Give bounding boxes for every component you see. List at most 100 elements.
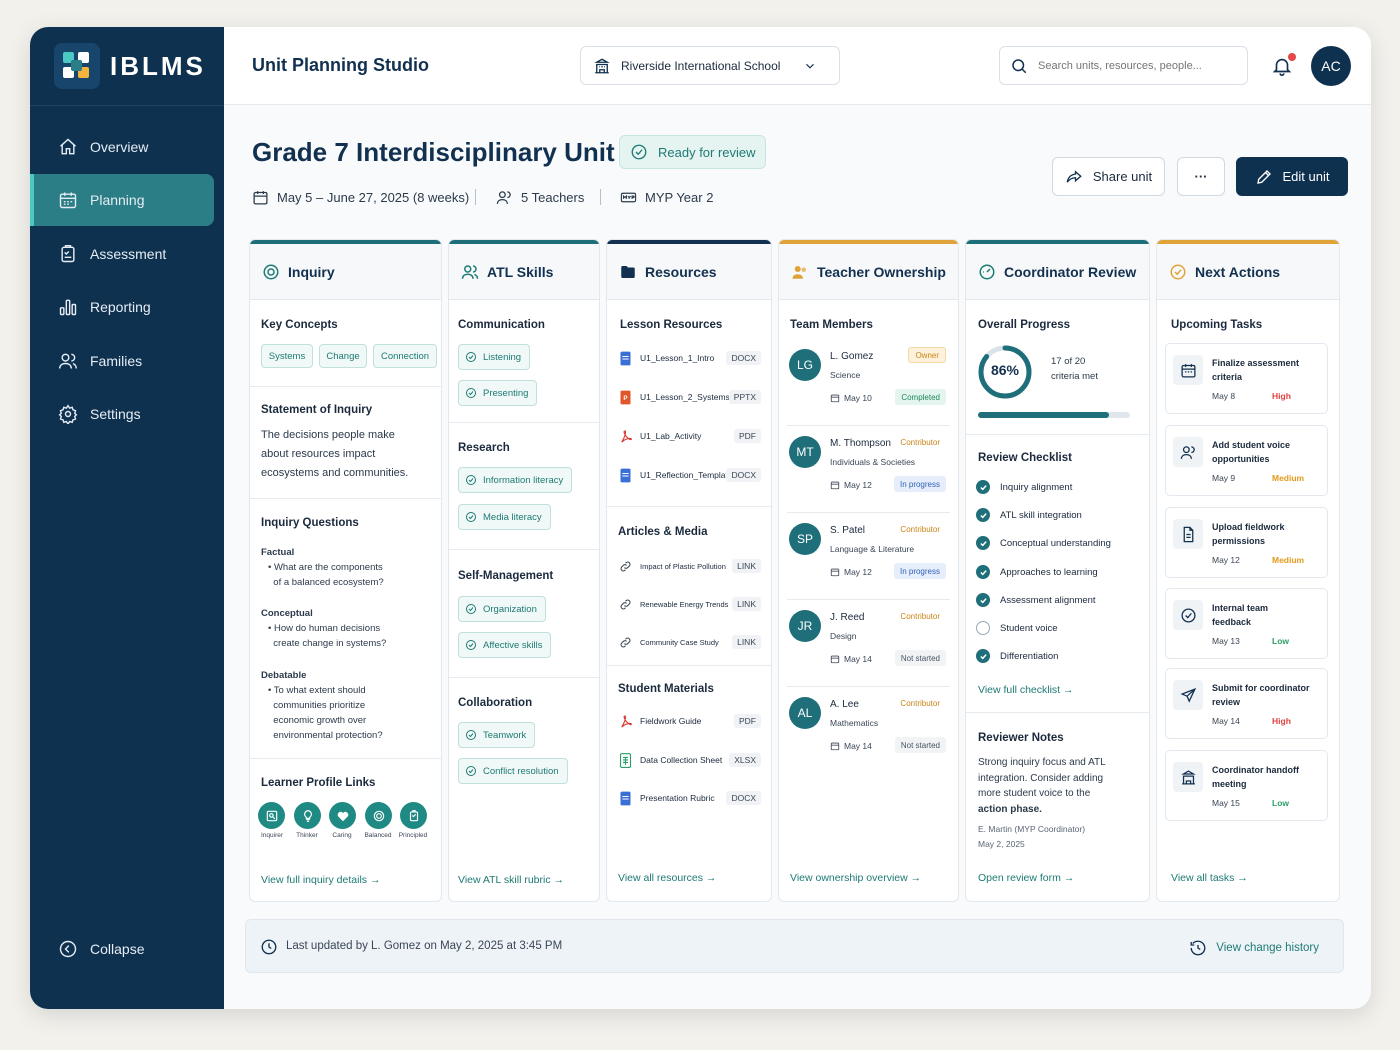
learner-profile-label: Thinker [296, 832, 318, 839]
team-member[interactable]: MT M. Thompson Individuals & Societies C… [785, 430, 952, 514]
search-box[interactable] [999, 46, 1248, 85]
resource-item[interactable]: Impact of Plastic Pollution LINK [613, 551, 765, 581]
checklist-item[interactable]: Inquiry alignment [976, 477, 1072, 497]
atl-skill-chip: Organization [458, 596, 546, 622]
notes-line: Strong inquiry focus and ATL [978, 757, 1106, 768]
task-card[interactable]: Submit for coordinator review May 14 High [1165, 668, 1328, 739]
member-department: Individuals & Societies [830, 457, 916, 467]
resource-item[interactable]: Community Case Study LINK [613, 627, 765, 657]
skill-label: Organization [483, 603, 537, 615]
all-tasks-link[interactable]: View all tasks → [1171, 872, 1248, 884]
resource-item[interactable]: U1_Reflection_Template DOCX [613, 460, 765, 490]
coordinator-review-panel: Coordinator Review Overall Progress 86% … [965, 239, 1150, 902]
file-type-badge: LINK [732, 635, 761, 649]
file-type-badge: DOCX [726, 791, 761, 805]
principled-icon [400, 802, 427, 829]
panel-title: ATL Skills [487, 263, 554, 280]
file-type-badge: PDF [734, 714, 761, 728]
resource-item[interactable]: U1_Lesson_1_Intro DOCX [613, 343, 765, 373]
status-label: Ready for review [658, 144, 756, 160]
task-priority: Low [1272, 636, 1289, 646]
inquiry-details-link[interactable]: View full inquiry details → [261, 874, 380, 886]
resource-name: U1_Lesson_1_Intro [640, 353, 715, 363]
task-card[interactable]: Finalize assessment criteria May 8 High [1165, 343, 1328, 414]
unit-programme-text: MYP Year 2 [645, 190, 714, 205]
reviewer-notes: Strong inquiry focus and ATL integration… [978, 755, 1106, 817]
resources-header: Resources [607, 244, 771, 300]
sidebar-item-planning[interactable]: Planning [30, 174, 214, 226]
open-review-form-link[interactable]: Open review form → [978, 872, 1074, 884]
concept-tag: Systems [261, 344, 313, 368]
team-member[interactable]: LG L. Gomez Science Owner May 10 Complet… [785, 343, 952, 427]
checklist-item[interactable]: Conceptual understanding [976, 533, 1111, 553]
resource-item[interactable]: Presentation Rubric DOCX [613, 783, 765, 813]
edit-label: Edit unit [1282, 169, 1330, 184]
task-card[interactable]: Add student voice opportunities May 9 Med… [1165, 425, 1328, 496]
atl-group-title: Research [458, 442, 510, 454]
divider [250, 386, 441, 387]
resource-item[interactable]: P U1_Lesson_2_Systems PPTX [613, 382, 765, 412]
learner-profile-title: Learner Profile Links [261, 777, 376, 789]
user-avatar[interactable]: AC [1311, 46, 1351, 86]
resource-item[interactable]: Fieldwork Guide PDF [613, 706, 765, 736]
question-line: What are the components [273, 562, 383, 573]
task-card[interactable]: Upload fieldwork permissions May 12 Mediu… [1165, 507, 1328, 578]
balanced-icon [365, 802, 392, 829]
sidebar-item-families[interactable]: Families [30, 335, 224, 387]
factual-title: Factual [261, 547, 295, 558]
progress-status: Not started [894, 737, 946, 753]
divider [449, 677, 599, 678]
task-title-line: review [1212, 697, 1241, 707]
criteria-line: 17 of 20 [1051, 356, 1086, 367]
gear-icon [58, 404, 78, 424]
task-title-line: Submit for coordinator [1212, 683, 1310, 693]
checklist-item[interactable]: Differentiation [976, 646, 1058, 666]
word-file-icon [620, 791, 631, 805]
more-options-button[interactable]: ··· [1177, 157, 1225, 196]
bar-chart-icon [59, 299, 77, 316]
checklist-item[interactable]: Student voice [976, 618, 1058, 638]
file-type-badge: PPTX [728, 390, 761, 404]
all-resources-link[interactable]: View all resources → [618, 872, 716, 884]
file-type-badge: LINK [732, 597, 761, 611]
member-department: Science [830, 370, 861, 380]
collapse-button[interactable]: Collapse [30, 923, 224, 975]
panel-title: Inquiry [288, 263, 335, 280]
programme-tag-icon [620, 192, 637, 203]
resource-item[interactable]: Data Collection Sheet XLSX [613, 745, 765, 775]
ownership-overview-link[interactable]: View ownership overview → [790, 872, 921, 884]
member-due-date: May 10 [830, 393, 872, 403]
atl-rubric-link[interactable]: View ATL skill rubric → [458, 874, 564, 886]
checklist-item[interactable]: Approaches to learning [976, 562, 1098, 582]
divider [250, 758, 441, 759]
gauge-icon [979, 264, 995, 279]
task-card[interactable]: Internal team feedback May 13 Low [1165, 588, 1328, 659]
school-selector[interactable]: Riverside International School [580, 46, 840, 85]
task-card[interactable]: Coordinator handoff meeting May 15 Low [1165, 750, 1328, 821]
checklist-item[interactable]: ATL skill integration [976, 505, 1082, 525]
member-due-date: May 12 [830, 567, 872, 577]
sidebar-item-settings[interactable]: Settings [30, 388, 224, 440]
notes-date: May 2, 2025 [978, 839, 1025, 849]
task-title: Add student voice opportunities [1212, 438, 1322, 466]
checklist-item[interactable]: Assessment alignment [976, 590, 1096, 610]
check-icon [976, 593, 990, 607]
resource-item[interactable]: Renewable Energy Trends LINK [613, 589, 765, 619]
team-member[interactable]: JR J. Reed Design Contributor May 14 Not… [785, 604, 952, 688]
team-member[interactable]: SP S. Patel Language & Literature Contri… [785, 517, 952, 601]
search-input[interactable] [1038, 59, 1228, 72]
resource-item[interactable]: U1_Lab_Activity PDF [613, 421, 765, 451]
team-member[interactable]: AL A. Lee Mathematics Contributor May 14… [785, 691, 952, 775]
unit-programme: MYP Year 2 [620, 189, 713, 206]
sidebar-item-assessment[interactable]: Assessment [30, 228, 224, 280]
share-unit-button[interactable]: Share unit [1052, 157, 1165, 196]
share-label: Share unit [1092, 169, 1153, 184]
edit-unit-button[interactable]: Edit unit [1236, 157, 1348, 196]
sidebar-item-reporting[interactable]: Reporting [30, 281, 224, 333]
progress-percent: 86% [990, 362, 1020, 378]
change-history-link[interactable]: View change history [1189, 939, 1319, 957]
full-checklist-link[interactable]: View full checklist → [978, 684, 1074, 696]
sidebar-item-overview[interactable]: Overview [30, 121, 224, 173]
sidebar-item-label: Reporting [90, 299, 151, 315]
task-title-line: opportunities [1212, 454, 1270, 464]
